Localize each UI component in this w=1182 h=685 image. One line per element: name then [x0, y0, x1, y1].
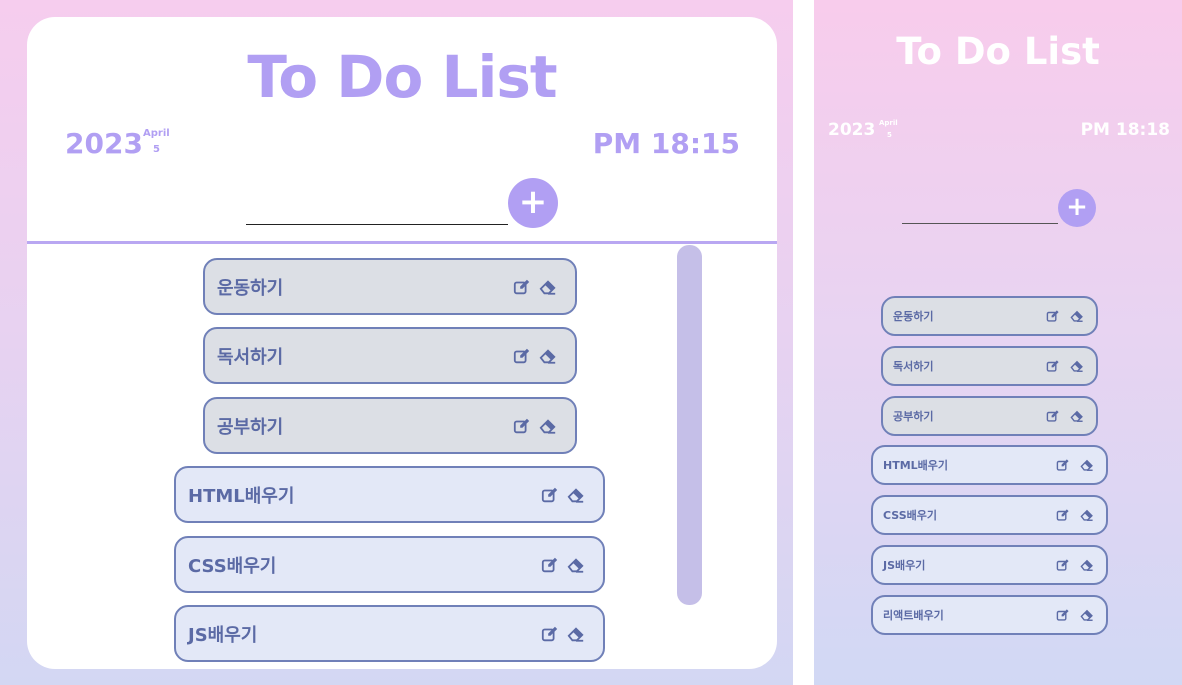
date-year: 2023	[828, 120, 876, 140]
todo-item: 공부하기	[881, 396, 1098, 436]
clock: PM 18:15	[592, 127, 740, 160]
todo-list: 운동하기 독서하기 공부하기 HTML배우기 CSS배우기 JS배우기	[27, 244, 777, 669]
right-app-panel: To Do List 2023 April 5 PM 18:18 + 운동하기 …	[814, 0, 1182, 685]
todo-item-label: JS배우기	[883, 559, 926, 572]
eraser-icon[interactable]	[1070, 359, 1084, 373]
list-scrollbar[interactable]	[677, 245, 702, 605]
date-day: 5	[887, 131, 892, 139]
eraser-icon[interactable]	[539, 347, 557, 365]
todo-item-label: 운동하기	[893, 310, 934, 323]
todo-item-label: 독서하기	[893, 360, 934, 373]
todo-item-label: JS배우기	[188, 624, 258, 646]
eraser-icon[interactable]	[1080, 508, 1094, 522]
todo-item: 공부하기	[203, 397, 577, 454]
todo-item: 독서하기	[203, 327, 577, 384]
eraser-icon[interactable]	[567, 625, 585, 643]
todo-item: HTML배우기	[174, 466, 605, 523]
todo-item-label: 리액트배우기	[883, 609, 944, 622]
todo-item: CSS배우기	[174, 536, 605, 593]
todo-item: 운동하기	[203, 258, 577, 315]
eraser-icon[interactable]	[1080, 608, 1094, 622]
add-button[interactable]: +	[508, 178, 558, 228]
edit-icon[interactable]	[541, 625, 559, 643]
date-year: 2023	[65, 127, 143, 160]
todo-item-label: HTML배우기	[883, 459, 949, 472]
date-month: April	[143, 128, 170, 139]
edit-icon[interactable]	[1046, 409, 1060, 423]
eraser-icon[interactable]	[1080, 458, 1094, 472]
eraser-icon[interactable]	[1070, 309, 1084, 323]
todo-card: To Do List 2023 April 5 PM 18:15 + 운동하기	[27, 17, 777, 669]
todo-item: 운동하기	[881, 296, 1098, 336]
edit-icon[interactable]	[541, 556, 559, 574]
edit-icon[interactable]	[1046, 309, 1060, 323]
todo-item-label: HTML배우기	[188, 485, 295, 507]
date-day: 5	[153, 144, 160, 155]
edit-icon[interactable]	[1056, 558, 1070, 572]
todo-item-label: 독서하기	[217, 346, 284, 368]
edit-icon[interactable]	[1056, 458, 1070, 472]
app-title: To Do List	[247, 43, 557, 111]
todo-item: CSS배우기	[871, 495, 1108, 535]
app-title: To Do List	[896, 30, 1100, 73]
edit-icon[interactable]	[1056, 608, 1070, 622]
edit-icon[interactable]	[513, 278, 531, 296]
eraser-icon[interactable]	[539, 417, 557, 435]
edit-icon[interactable]	[513, 347, 531, 365]
todo-item: JS배우기	[871, 545, 1108, 585]
eraser-icon[interactable]	[1070, 409, 1084, 423]
edit-icon[interactable]	[1056, 508, 1070, 522]
todo-input[interactable]	[246, 205, 508, 225]
todo-item-label: 공부하기	[893, 410, 934, 423]
date-month: April	[879, 119, 898, 127]
add-button[interactable]: +	[1058, 189, 1096, 227]
eraser-icon[interactable]	[539, 278, 557, 296]
todo-item: 독서하기	[881, 346, 1098, 386]
todo-item: HTML배우기	[871, 445, 1108, 485]
edit-icon[interactable]	[513, 417, 531, 435]
todo-input[interactable]	[902, 210, 1058, 224]
eraser-icon[interactable]	[567, 486, 585, 504]
eraser-icon[interactable]	[567, 556, 585, 574]
todo-item-label: CSS배우기	[188, 555, 277, 577]
clock: PM 18:18	[1080, 120, 1170, 140]
left-app-panel: To Do List 2023 April 5 PM 18:15 + 운동하기	[0, 0, 793, 685]
eraser-icon[interactable]	[1080, 558, 1094, 572]
todo-item: JS배우기	[174, 605, 605, 662]
todo-item-label: CSS배우기	[883, 509, 937, 522]
edit-icon[interactable]	[1046, 359, 1060, 373]
todo-item-label: 운동하기	[217, 277, 284, 299]
todo-item: 리액트배우기	[871, 595, 1108, 635]
todo-item-label: 공부하기	[217, 416, 284, 438]
edit-icon[interactable]	[541, 486, 559, 504]
